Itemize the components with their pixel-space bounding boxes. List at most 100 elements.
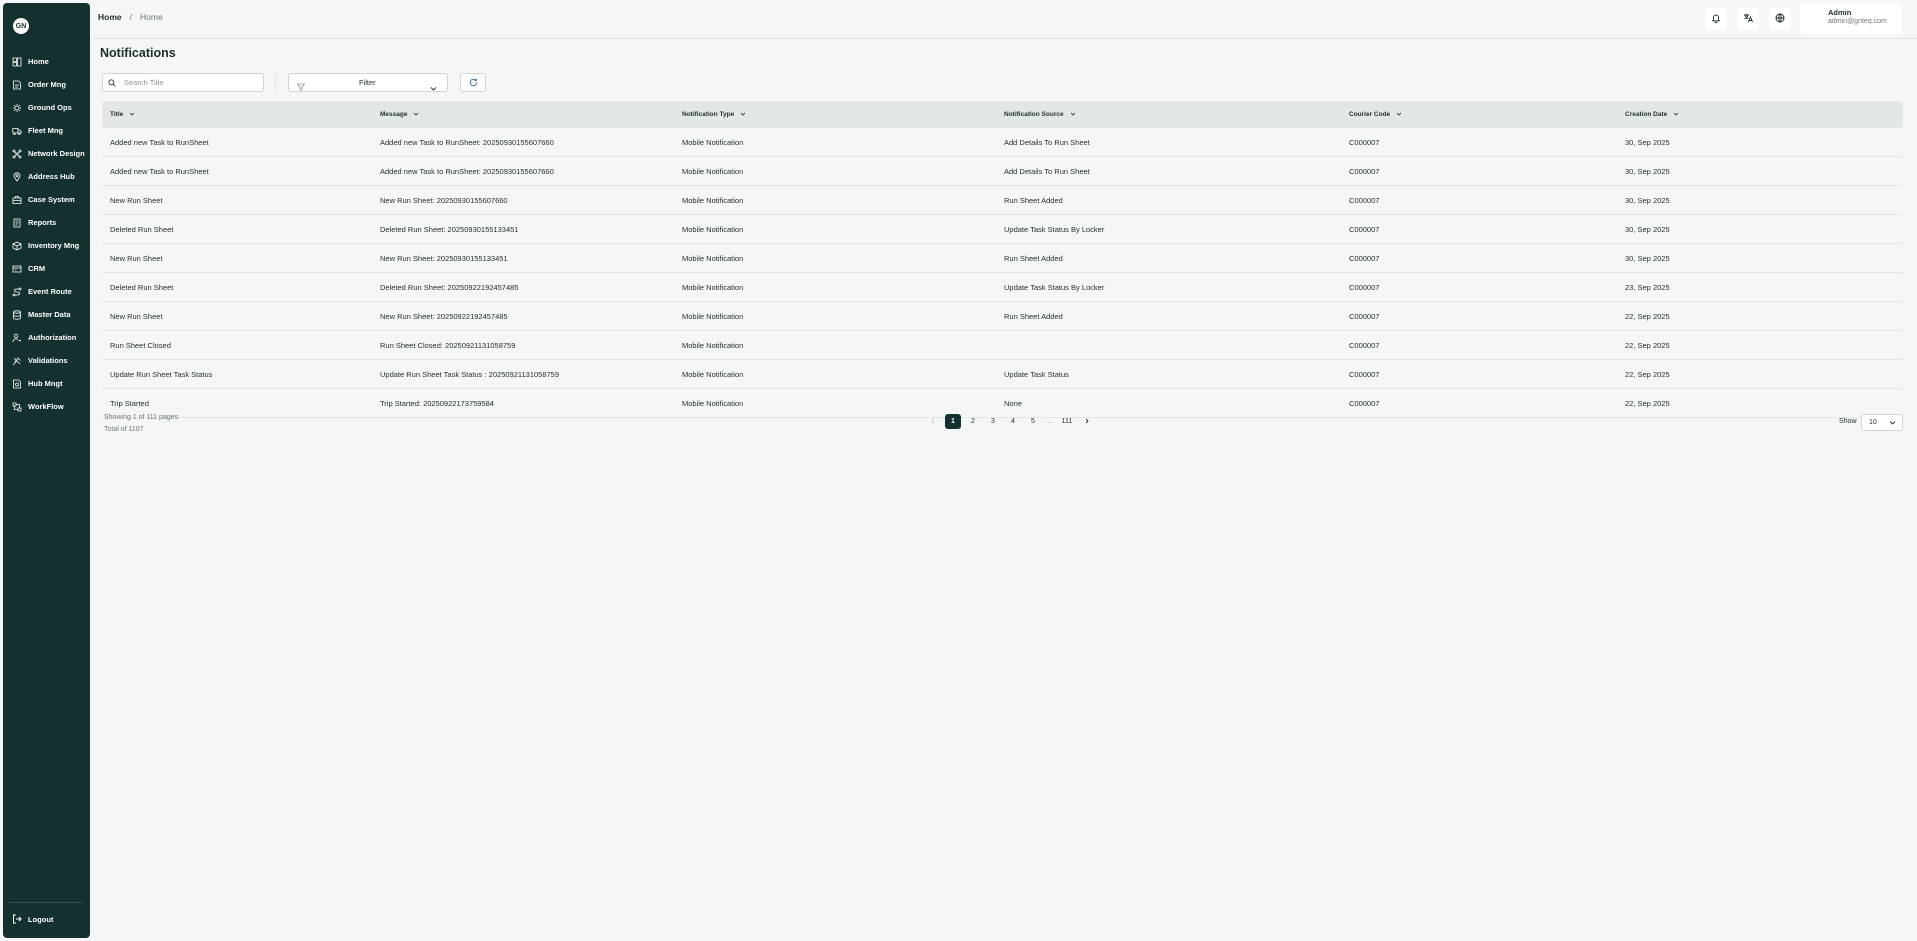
sidebar-item-event-route[interactable]: Event Route	[3, 280, 90, 303]
page-button[interactable]: 5	[1025, 414, 1041, 429]
chevron-down-icon	[1064, 111, 1076, 119]
sidebar-item-address-hub[interactable]: Address Hub	[3, 165, 90, 188]
sidebar-item-inventory-mng[interactable]: Inventory Mng	[3, 234, 90, 257]
top-bar: Home / Home	[90, 0, 1917, 39]
cell-title: Added new Task to RunSheet	[110, 137, 209, 147]
cell-notification-type: Mobile Notification	[682, 369, 744, 379]
logout-label: Logout	[28, 914, 54, 924]
table-row[interactable]: New Run Sheet New Run Sheet: 202509221924…	[102, 302, 1903, 331]
cell-creation-date: 30, Sep 2025	[1625, 253, 1670, 263]
notifications-button[interactable]	[1705, 8, 1727, 30]
cell-notification-source: None	[1004, 398, 1022, 408]
cell-title: New Run Sheet	[110, 253, 163, 263]
cell-courier-code: C000007	[1349, 282, 1380, 292]
page-button[interactable]: 111	[1059, 414, 1075, 429]
cell-notification-source: Add Details To Run Sheet	[1004, 166, 1090, 176]
page-button[interactable]: 3	[985, 414, 1001, 429]
page-size-select[interactable]: 10	[1861, 414, 1903, 431]
table-row[interactable]: New Run Sheet New Run Sheet: 202509301556…	[102, 186, 1903, 215]
sidebar-divider	[9, 902, 84, 903]
column-header-message[interactable]: Message	[380, 101, 419, 128]
breadcrumb-home[interactable]: Home	[98, 12, 122, 22]
search-icon	[103, 74, 116, 92]
language-button[interactable]	[1769, 8, 1791, 30]
sidebar-item-workflow[interactable]: WorkFlow	[3, 395, 90, 418]
column-header-notification-type[interactable]: Notification Type	[682, 101, 746, 128]
sidebar-item-order-mng[interactable]: Order Mng	[3, 73, 90, 96]
sidebar-item-ground-ops[interactable]: Ground Ops	[3, 96, 90, 119]
sidebar-item-authorization[interactable]: Authorization	[3, 326, 90, 349]
prev-page-button[interactable]	[925, 414, 941, 429]
sidebar-item-label: Hub Mngt	[28, 379, 63, 388]
column-header-notification-source[interactable]: Notification Source	[1004, 101, 1076, 128]
filter-label: Filter	[359, 78, 376, 87]
cell-title: Added new Task to RunSheet	[110, 166, 209, 176]
user-profile[interactable]: Admin admin@gnteq.com	[1800, 3, 1902, 34]
cell-message: Deleted Run Sheet: 20250922192457485	[380, 282, 519, 292]
sidebar-item-network-design[interactable]: Network Design	[3, 142, 90, 165]
translate-button[interactable]	[1737, 8, 1759, 30]
cell-notification-type: Mobile Notification	[682, 398, 744, 408]
page-size-value: 10	[1869, 419, 1877, 426]
column-header-creation-date[interactable]: Creation Date	[1625, 101, 1679, 128]
app-logo[interactable]: GN	[13, 18, 29, 34]
filter-dropdown[interactable]: Filter	[288, 73, 448, 92]
sidebar-item-label: Master Data	[28, 310, 71, 319]
sidebar-item-reports[interactable]: Reports	[3, 211, 90, 234]
sidebar-item-master-data[interactable]: Master Data	[3, 303, 90, 326]
cell-notification-type: Mobile Notification	[682, 340, 744, 350]
breadcrumb-current: Home	[140, 12, 163, 22]
sidebar-item-label: Reports	[28, 218, 57, 227]
inventory-icon	[12, 241, 22, 251]
search-input[interactable]	[122, 77, 256, 88]
column-header-title[interactable]: Title	[110, 101, 135, 128]
cell-notification-type: Mobile Notification	[682, 137, 744, 147]
table-row[interactable]: Added new Task to RunSheet Added new Task…	[102, 157, 1903, 186]
show-label: Show	[1839, 418, 1857, 425]
page-button[interactable]: 4	[1005, 414, 1021, 429]
cell-message: New Run Sheet: 20250930155607660	[380, 195, 508, 205]
column-header-label: Creation Date	[1625, 111, 1668, 118]
sidebar-item-label: Fleet Mng	[28, 126, 63, 135]
breadcrumb: Home / Home	[98, 12, 163, 22]
cell-message: Update Run Sheet Task Status : 202509211…	[380, 369, 560, 379]
table-row[interactable]: New Run Sheet New Run Sheet: 202509301551…	[102, 244, 1903, 273]
column-header-label: Notification Type	[682, 111, 735, 118]
cell-creation-date: 30, Sep 2025	[1625, 224, 1670, 234]
cell-title: Run Sheet Closed	[110, 340, 171, 350]
logo-text: GN	[15, 22, 27, 30]
order-icon	[12, 80, 22, 90]
page-button[interactable]: 1	[945, 414, 961, 429]
cell-courier-code: C000007	[1349, 398, 1380, 408]
pagination: 1 2 3 4 5... 111	[925, 414, 1095, 429]
hub-icon	[12, 379, 22, 389]
cell-notification-source: Run Sheet Added	[1004, 311, 1063, 321]
sidebar-item-crm[interactable]: CRM	[3, 257, 90, 280]
column-header-label: Notification Source	[1004, 111, 1064, 118]
table-row[interactable]: Deleted Run Sheet Deleted Run Sheet: 2025…	[102, 273, 1903, 302]
sidebar-item-label: Event Route	[28, 287, 72, 296]
cell-notification-source: Update Task Status By Locker	[1004, 282, 1105, 292]
refresh-button[interactable]	[460, 73, 486, 92]
sidebar-item-validations[interactable]: Validations	[3, 349, 90, 372]
search-box[interactable]	[102, 73, 264, 92]
column-header-courier-code[interactable]: Courier Code	[1349, 101, 1402, 128]
cell-title: New Run Sheet	[110, 195, 163, 205]
table-row[interactable]: Run Sheet Closed Run Sheet Closed: 202509…	[102, 331, 1903, 360]
page-button[interactable]: 2	[965, 414, 981, 429]
table-row[interactable]: Added new Task to RunSheet Added new Task…	[102, 128, 1903, 157]
table-row[interactable]: Update Run Sheet Task Status Update Run S…	[102, 360, 1903, 389]
sidebar-item-home[interactable]: Home	[3, 50, 90, 73]
cell-creation-date: 30, Sep 2025	[1625, 166, 1670, 176]
table-row[interactable]: Deleted Run Sheet Deleted Run Sheet: 2025…	[102, 215, 1903, 244]
workflow-icon	[12, 402, 22, 412]
sidebar-item-hub-mngt[interactable]: Hub Mngt	[3, 372, 90, 395]
sidebar-item-case-system[interactable]: Case System	[3, 188, 90, 211]
validation-icon	[12, 356, 22, 366]
sidebar-item-label: Network Design	[28, 149, 85, 158]
column-header-label: Message	[380, 111, 408, 118]
cell-message: Deleted Run Sheet: 20250930155133451	[380, 224, 519, 234]
logout-button[interactable]: Logout	[12, 914, 53, 924]
sidebar-item-fleet-mng[interactable]: Fleet Mng	[3, 119, 90, 142]
next-page-button[interactable]	[1079, 414, 1095, 429]
